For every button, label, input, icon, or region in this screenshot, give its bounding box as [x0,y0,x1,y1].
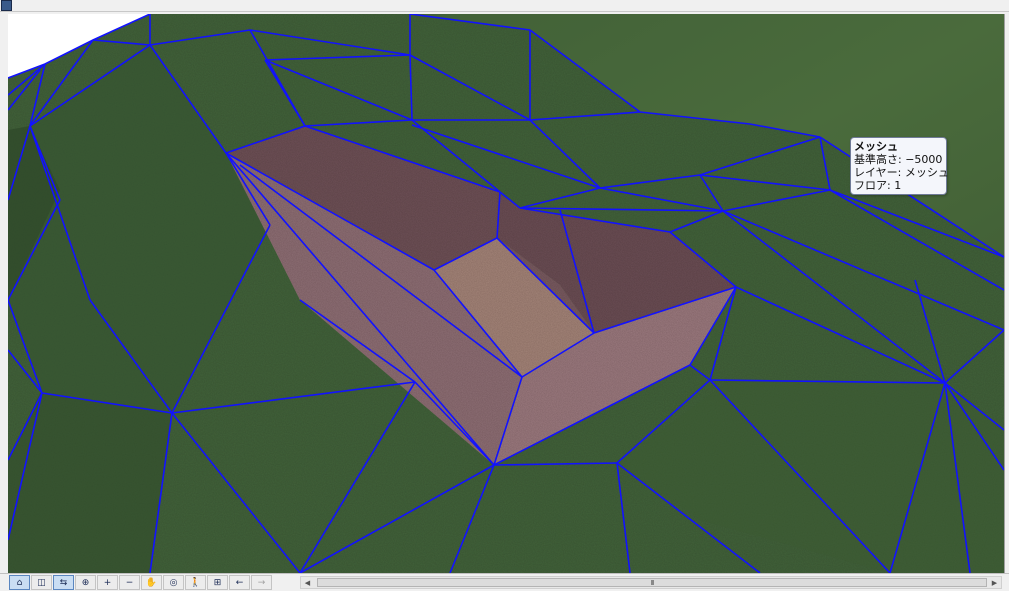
tooltip-base-height: 基準高さ: −5000 [854,153,943,166]
orbit-button[interactable]: ◎ [163,575,184,590]
home-view-icon: ⌂ [16,577,23,588]
tooltip-title: メッシュ [854,140,898,153]
navigation-bar: ⌂ ◫ ⇆ ⊕ + − ✋ ◎ 🚶 ⊞ ← → ◀ III ▶ [0,573,1009,591]
scroll-left-icon[interactable]: ◀ [301,577,314,588]
3d-viewport[interactable]: メッシュ 基準高さ: −5000 レイヤー: メッシュ フロア: 1 [8,14,1004,573]
home-view-button[interactable]: ⌂ [9,575,30,590]
zoom-forward-button[interactable]: → [251,575,272,590]
zoom-out-icon: − [125,577,134,588]
previous-view-icon: ⇆ [59,577,68,588]
left-frame [0,14,8,573]
zoom-back-button[interactable]: ← [229,575,250,590]
app-icon [1,0,12,11]
zoom-back-icon: ← [235,577,244,588]
previous-view-button[interactable]: ⇆ [53,575,74,590]
zoom-out-button[interactable]: − [119,575,140,590]
mesh-info-tooltip: メッシュ 基準高さ: −5000 レイヤー: メッシュ フロア: 1 [850,137,949,195]
title-bar [0,0,1009,12]
zoom-window-button[interactable]: ◫ [31,575,52,590]
walk-icon: 🚶 [189,577,202,588]
zoom-in-out-icon: ⊕ [81,577,90,588]
fit-in-window-icon: ⊞ [213,577,222,588]
zoom-in-button[interactable]: + [97,575,118,590]
scrollbar-thumb[interactable]: III [317,578,987,587]
orbit-icon: ◎ [169,577,178,588]
right-frame [1004,14,1009,573]
scroll-right-icon[interactable]: ▶ [988,577,1001,588]
zoom-forward-icon: → [257,577,266,588]
zoom-in-icon: + [103,577,112,588]
fit-in-window-button[interactable]: ⊞ [207,575,228,590]
walk-button[interactable]: 🚶 [185,575,206,590]
zoom-window-icon: ◫ [37,577,46,588]
tooltip-floor: フロア: 1 [854,179,902,192]
zoom-in-out-button[interactable]: ⊕ [75,575,96,590]
tooltip-layer: レイヤー: メッシュ [854,166,949,179]
scroll-grip: III [650,578,654,587]
navigation-toolbar: ⌂ ◫ ⇆ ⊕ + − ✋ ◎ 🚶 ⊞ ← → [9,575,272,591]
pan-hand-icon: ✋ [145,577,158,588]
pan-button[interactable]: ✋ [141,575,162,590]
horizontal-scrollbar[interactable]: ◀ III ▶ [300,576,1002,589]
